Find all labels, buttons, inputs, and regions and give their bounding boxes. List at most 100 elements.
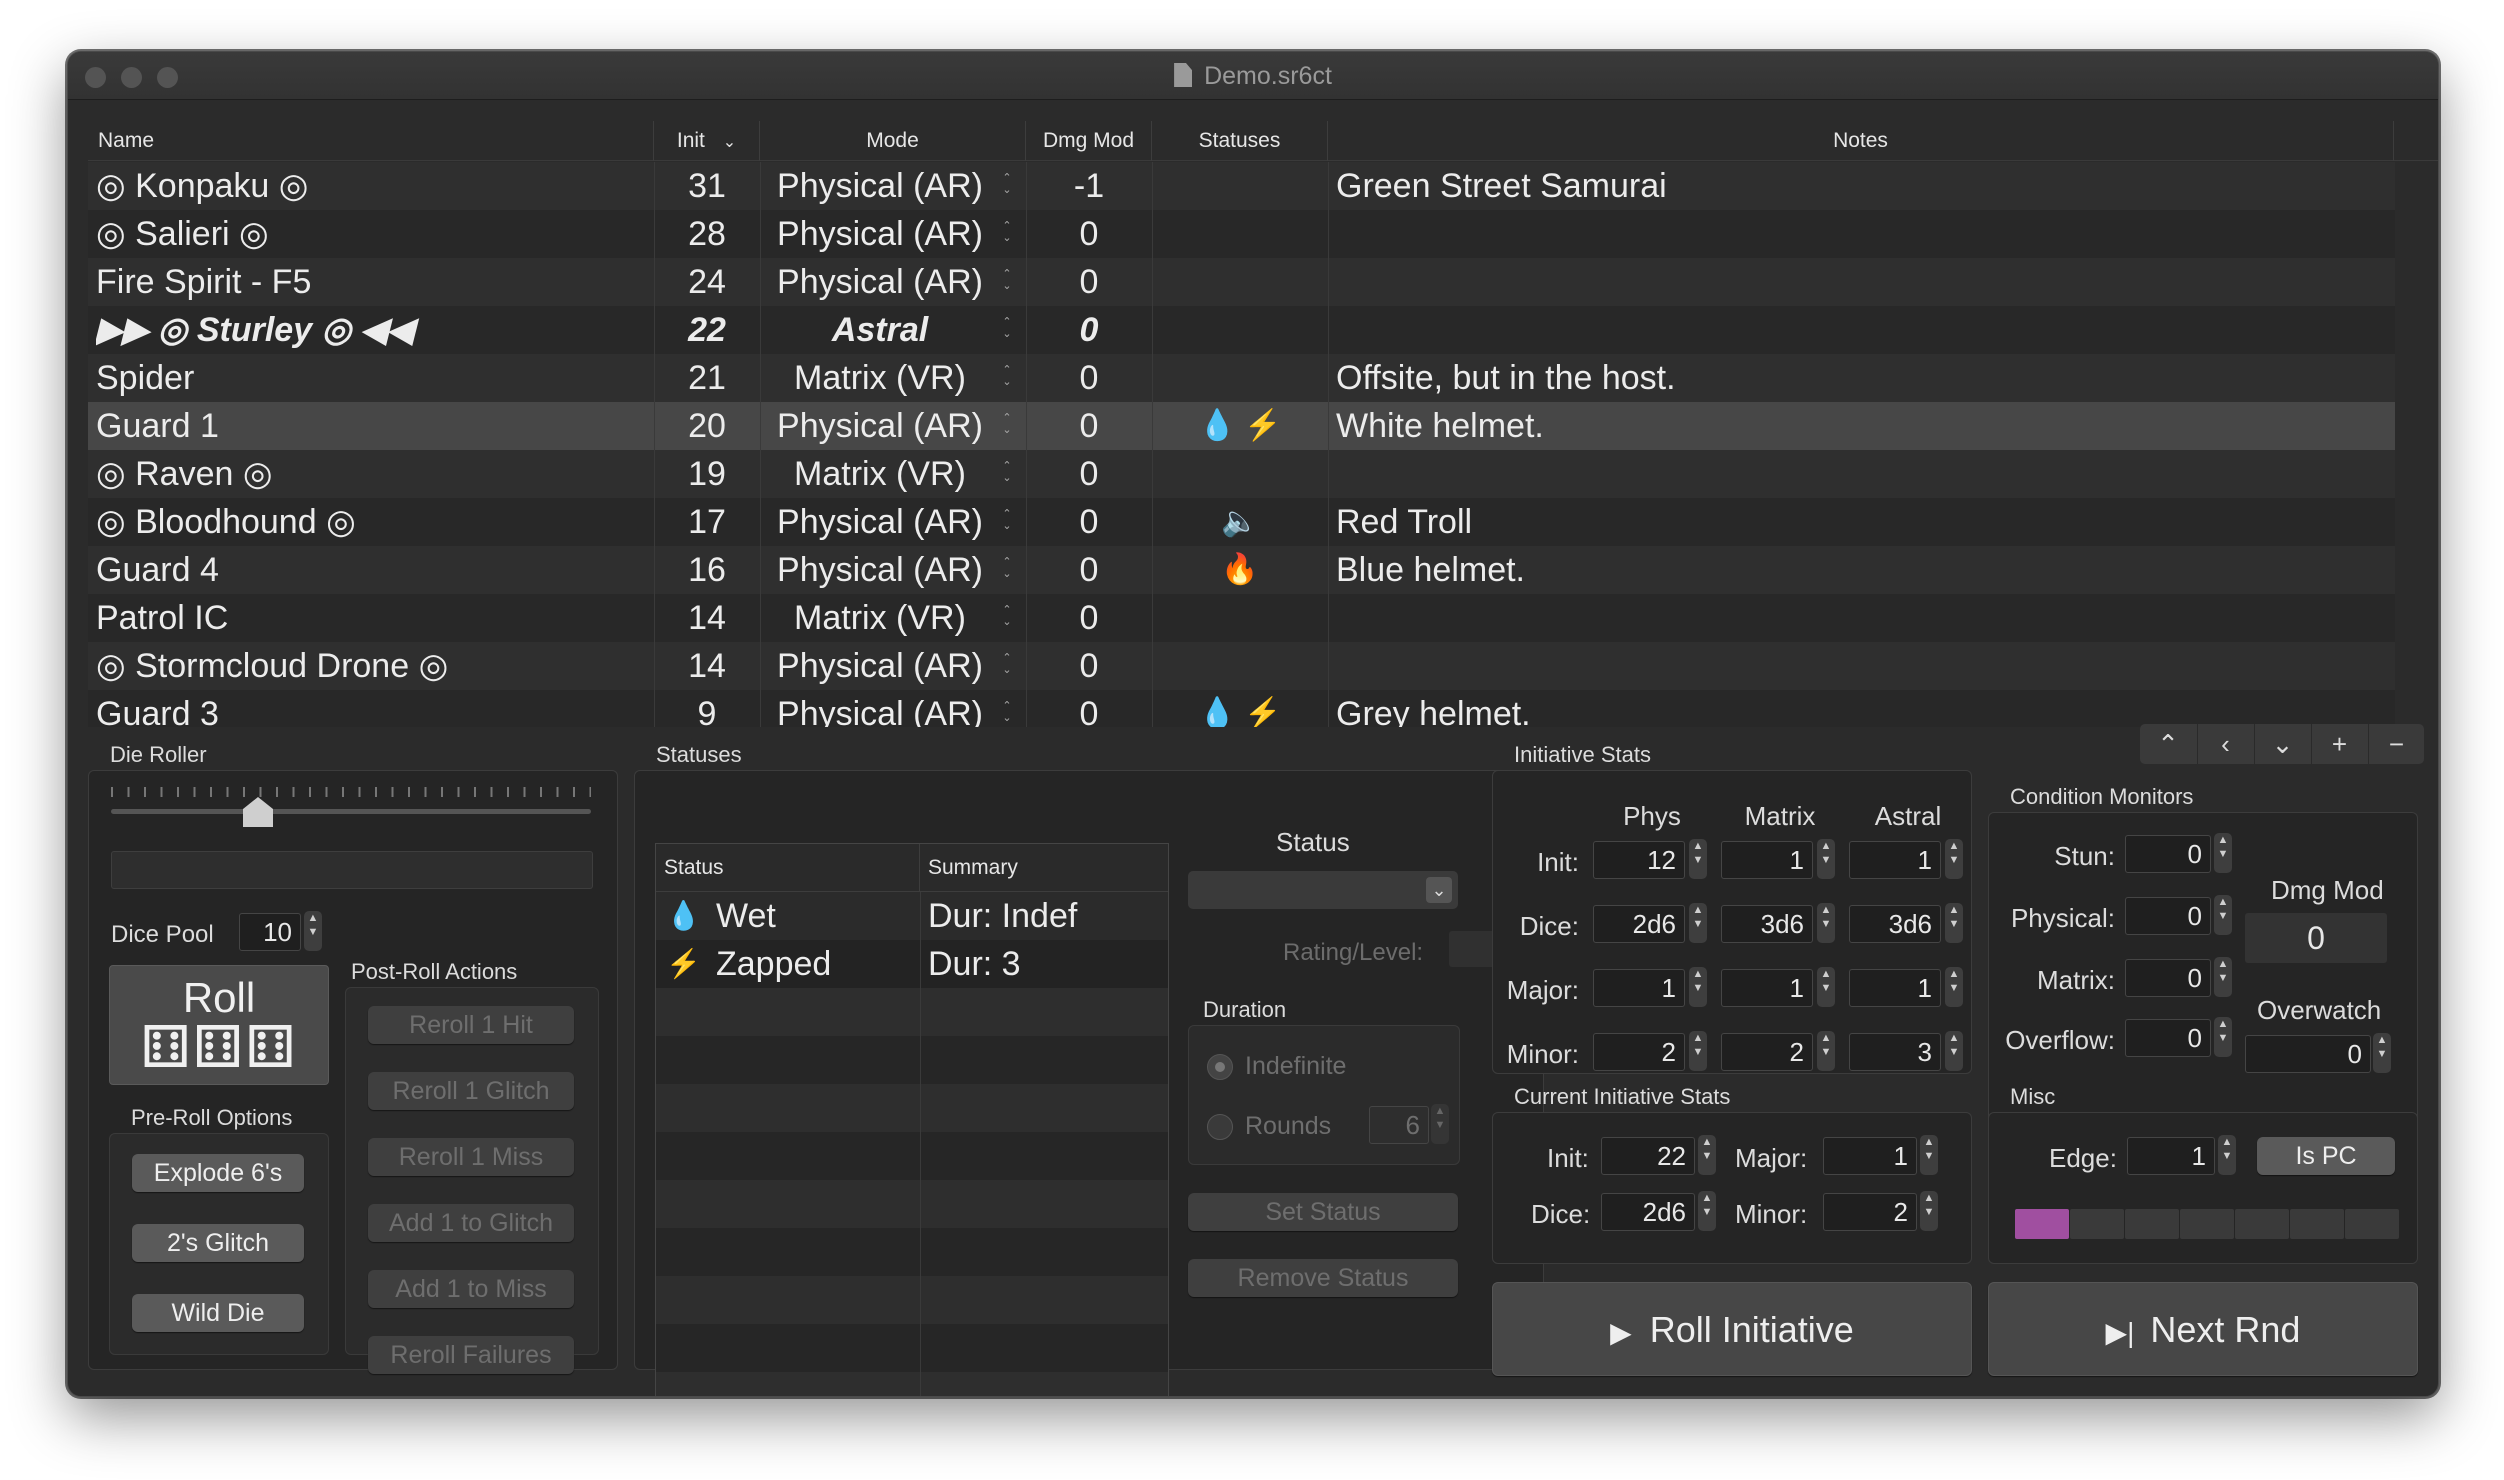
summary-column-header[interactable]: Summary: [920, 844, 1168, 892]
current-dice-input[interactable]: 2d6: [1601, 1193, 1695, 1231]
combatant-mode[interactable]: Matrix (VR): [760, 594, 1000, 642]
combatant-mode[interactable]: Physical (AR): [760, 498, 1000, 546]
overwatch-stepper[interactable]: ▲ ▼: [2373, 1033, 2391, 1073]
dice-pool-input[interactable]: 10: [239, 913, 301, 951]
initiative-stat-stepper[interactable]: ▲ ▼: [1817, 1031, 1835, 1071]
condition-stepper[interactable]: ▲ ▼: [2214, 957, 2232, 997]
table-row[interactable]: ◎ Konpaku ◎ 31 Physical (AR) -1 Green Street…: [88, 162, 2395, 210]
status-row[interactable]: 💧 Wet Dur: Indef: [656, 892, 1168, 940]
edge-input[interactable]: 1: [2127, 1137, 2215, 1175]
current-init-stepper[interactable]: ▲ ▼: [1698, 1135, 1716, 1175]
roll-initiative-button[interactable]: ▶ Roll Initiative: [1492, 1282, 1972, 1376]
edge-box[interactable]: [2345, 1209, 2399, 1239]
current-major-input[interactable]: 1: [1823, 1137, 1917, 1175]
edge-box[interactable]: [2070, 1209, 2124, 1239]
condition-stepper[interactable]: ▲ ▼: [2214, 1017, 2232, 1057]
mode-popup-chevron-icon[interactable]: ⌃ ⌄: [998, 268, 1016, 296]
edge-box[interactable]: [2290, 1209, 2344, 1239]
table-row[interactable]: Patrol IC 14 Matrix (VR) 0 ⌃ ⌄: [88, 594, 2395, 642]
mode-popup-chevron-icon[interactable]: ⌃ ⌄: [998, 700, 1016, 727]
initiative-stat-input[interactable]: 2: [1721, 1033, 1813, 1071]
initiative-stat-input[interactable]: 1: [1849, 841, 1941, 879]
mode-popup-chevron-icon[interactable]: ⌃ ⌄: [998, 604, 1016, 632]
plus-icon[interactable]: +: [2311, 724, 2367, 764]
initiative-stat-input[interactable]: 3d6: [1721, 905, 1813, 943]
edge-box[interactable]: [2125, 1209, 2179, 1239]
slider-thumb[interactable]: [243, 797, 273, 827]
initiative-stat-input[interactable]: 1: [1593, 969, 1685, 1007]
edge-box[interactable]: [2235, 1209, 2289, 1239]
table-row[interactable]: Spider 21 Matrix (VR) 0 Offsite, but in the …: [88, 354, 2395, 402]
initiative-stat-input[interactable]: 1: [1721, 969, 1813, 1007]
condition-input[interactable]: 0: [2125, 1019, 2211, 1057]
pre-roll-option-button[interactable]: Wild Die: [132, 1294, 304, 1332]
status-row[interactable]: ⚡ Zapped Dur: 3: [656, 940, 1168, 988]
combatant-mode[interactable]: Physical (AR): [760, 690, 1000, 727]
current-minor-stepper[interactable]: ▲ ▼: [1920, 1191, 1938, 1231]
status-dropdown[interactable]: ⌄: [1188, 871, 1458, 909]
current-dice-stepper[interactable]: ▲ ▼: [1698, 1191, 1716, 1231]
column-header-init[interactable]: Init ⌄: [654, 121, 760, 161]
chevron-left-icon[interactable]: ‹: [2197, 724, 2253, 764]
post-roll-action-button[interactable]: Reroll 1 Hit: [368, 1006, 574, 1044]
column-header-name[interactable]: Name: [88, 121, 654, 161]
column-header-notes[interactable]: Notes: [1328, 121, 2394, 161]
dice-pool-stepper[interactable]: ▲ ▼: [304, 911, 322, 951]
initiative-stat-input[interactable]: 1: [1849, 969, 1941, 1007]
status-column-header[interactable]: Status: [656, 844, 920, 892]
initiative-stat-stepper[interactable]: ▲ ▼: [1689, 839, 1707, 879]
mode-popup-chevron-icon[interactable]: ⌃ ⌄: [998, 172, 1016, 200]
dice-slider[interactable]: [111, 809, 591, 814]
rounds-input[interactable]: 6: [1369, 1106, 1429, 1144]
mode-popup-chevron-icon[interactable]: ⌃ ⌄: [998, 556, 1016, 584]
initiative-stat-stepper[interactable]: ▲ ▼: [1945, 839, 1963, 879]
initiative-stat-input[interactable]: 2: [1593, 1033, 1685, 1071]
post-roll-action-button[interactable]: Reroll 1 Glitch: [368, 1072, 574, 1110]
mode-popup-chevron-icon[interactable]: ⌃ ⌄: [998, 652, 1016, 680]
combatant-mode[interactable]: Physical (AR): [760, 162, 1000, 210]
condition-stepper[interactable]: ▲ ▼: [2214, 833, 2232, 873]
rounds-stepper[interactable]: ▲ ▼: [1431, 1104, 1449, 1144]
remove-status-button[interactable]: Remove Status: [1188, 1259, 1458, 1297]
rounds-radio[interactable]: [1207, 1114, 1233, 1140]
set-status-button[interactable]: Set Status: [1188, 1193, 1458, 1231]
condition-input[interactable]: 0: [2125, 959, 2211, 997]
overwatch-input[interactable]: 0: [2245, 1035, 2371, 1073]
column-header-mode[interactable]: Mode: [760, 121, 1026, 161]
minus-icon[interactable]: −: [2368, 724, 2424, 764]
edge-stepper[interactable]: ▲ ▼: [2218, 1135, 2236, 1175]
initiative-stat-input[interactable]: 3: [1849, 1033, 1941, 1071]
condition-stepper[interactable]: ▲ ▼: [2214, 895, 2232, 935]
table-row[interactable]: ▶▶ ◎ Sturley ◎ ◀◀ 22 Astral 0 ⌃ ⌄: [88, 306, 2395, 354]
edge-box[interactable]: [2180, 1209, 2234, 1239]
roll-button[interactable]: Roll ⚅⚅⚅: [109, 965, 329, 1085]
current-major-stepper[interactable]: ▲ ▼: [1920, 1135, 1938, 1175]
condition-input[interactable]: 0: [2125, 835, 2211, 873]
column-header-dmg-mod[interactable]: Dmg Mod: [1026, 121, 1152, 161]
combatant-mode[interactable]: Astral: [760, 306, 1000, 354]
table-row[interactable]: Fire Spirit - F5 24 Physical (AR) 0 ⌃ ⌄: [88, 258, 2395, 306]
mode-popup-chevron-icon[interactable]: ⌃ ⌄: [998, 220, 1016, 248]
combatant-mode[interactable]: Matrix (VR): [760, 354, 1000, 402]
condition-input[interactable]: 0: [2125, 897, 2211, 935]
table-row[interactable]: Guard 3 9 Physical (AR) 0 💧 ⚡ Grey helmet. ⌃ ⌄: [88, 690, 2395, 727]
initiative-stat-input[interactable]: 3d6: [1849, 905, 1941, 943]
table-row[interactable]: ◎ Raven ◎ 19 Matrix (VR) 0 ⌃ ⌄: [88, 450, 2395, 498]
is-pc-button[interactable]: Is PC: [2257, 1137, 2395, 1175]
pre-roll-option-button[interactable]: Explode 6's: [132, 1154, 304, 1192]
mode-popup-chevron-icon[interactable]: ⌃ ⌄: [998, 316, 1016, 344]
chevron-up-icon[interactable]: ⌃: [2140, 724, 2196, 764]
column-header-statuses[interactable]: Statuses: [1152, 121, 1328, 161]
post-roll-action-button[interactable]: Reroll 1 Miss: [368, 1138, 574, 1176]
indefinite-radio[interactable]: [1207, 1054, 1233, 1080]
post-roll-action-button[interactable]: Reroll Failures: [368, 1336, 574, 1374]
current-minor-input[interactable]: 2: [1823, 1193, 1917, 1231]
post-roll-action-button[interactable]: Add 1 to Glitch: [368, 1204, 574, 1242]
combatant-mode[interactable]: Physical (AR): [760, 546, 1000, 594]
initiative-stat-stepper[interactable]: ▲ ▼: [1945, 967, 1963, 1007]
next-round-button[interactable]: ▶| Next Rnd: [1988, 1282, 2418, 1376]
initiative-stat-stepper[interactable]: ▲ ▼: [1817, 903, 1835, 943]
initiative-stat-input[interactable]: 12: [1593, 841, 1685, 879]
mode-popup-chevron-icon[interactable]: ⌃ ⌄: [998, 508, 1016, 536]
initiative-stat-stepper[interactable]: ▲ ▼: [1945, 903, 1963, 943]
